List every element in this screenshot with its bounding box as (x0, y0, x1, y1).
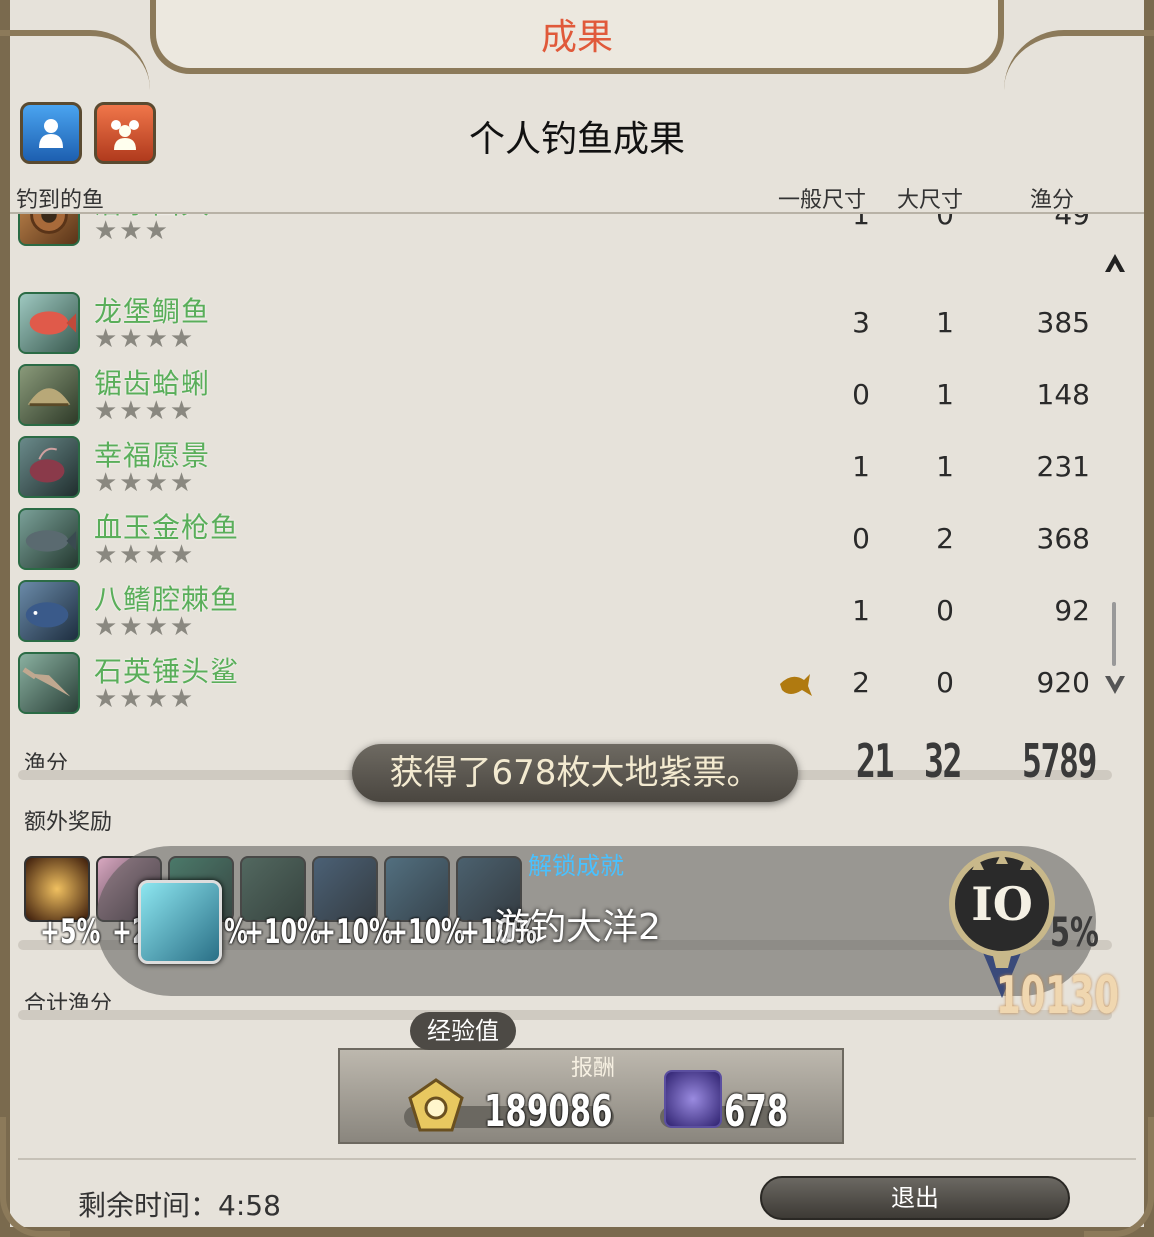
panel-title: 个人钓鱼成果 (468, 119, 685, 160)
scroll-down-icon[interactable] (1102, 672, 1128, 698)
gil-amount: 189086 (484, 1086, 613, 1137)
sea-bream-icon (18, 292, 80, 354)
large-count: 1 (936, 306, 954, 339)
gil-icon (408, 1078, 464, 1132)
large-size-header: 大尺寸 (897, 188, 964, 213)
scroll-up-icon[interactable] (1102, 250, 1128, 276)
hammerhead-icon (18, 652, 80, 714)
list-item[interactable]: 血玉金枪鱼 ★★★★ 0 2 368 (10, 502, 1144, 574)
remaining-time: 剩余时间：4:58 (78, 1189, 281, 1222)
fish-points: 92 (1054, 594, 1090, 627)
grand-total-bar (18, 1010, 1112, 1020)
list-item[interactable]: 幸福愿景 ★★★★ 1 1 231 (10, 430, 1144, 502)
purple-scrip-icon (664, 1070, 722, 1128)
bonus-total-pct: 5% (1050, 910, 1099, 956)
bonus-pct: +5% (40, 912, 101, 952)
fish-points: 368 (1036, 522, 1090, 555)
diving-mask-icon (18, 214, 80, 246)
large-count: 1 (936, 450, 954, 483)
large-count: 0 (936, 214, 954, 231)
fish-points: 49 (1054, 214, 1090, 231)
normal-count: 1 (852, 214, 870, 231)
total-large: 32 (924, 734, 962, 788)
large-count: 2 (936, 522, 954, 555)
fish-points: 148 (1036, 378, 1090, 411)
fish-points: 920 (1036, 666, 1090, 699)
normal-count: 1 (852, 450, 870, 483)
fish-stars: ★★★ (94, 216, 170, 246)
scrollbar[interactable] (1112, 602, 1116, 666)
large-count: 0 (936, 594, 954, 627)
normal-count: 0 (852, 378, 870, 411)
svg-text:IO: IO (971, 877, 1033, 931)
frame-corner-right (1084, 1117, 1154, 1237)
clam-icon (18, 364, 80, 426)
large-count: 1 (936, 378, 954, 411)
fish-stars: ★★★★ (94, 396, 196, 426)
total-normal: 21 (856, 734, 894, 788)
normal-count: 0 (852, 522, 870, 555)
large-count: 0 (936, 666, 954, 699)
large-catch-icon (780, 674, 812, 696)
list-item[interactable]: 龙堡鲷鱼 ★★★★ 3 1 385 (10, 286, 1144, 358)
grand-total-value: 10130 (996, 966, 1120, 1026)
list-item[interactable]: 锯齿蛤蜊 ★★★★ 0 1 148 (10, 358, 1144, 430)
achievement-name: 游钓大洋2 (494, 907, 661, 948)
fish-points: 385 (1036, 306, 1090, 339)
scrip-amount: 678 (724, 1086, 789, 1137)
bonus-label: 额外奖励 (24, 810, 113, 835)
fish-points: 231 (1036, 450, 1090, 483)
list-item[interactable]: 八鳍腔棘鱼 ★★★★ 1 0 92 (10, 574, 1144, 646)
tuna-icon (18, 508, 80, 570)
achievement-unlocked-label: 解锁成就 (528, 852, 624, 880)
frame-corner-left (0, 1117, 70, 1237)
exit-button[interactable]: 退出 (760, 1176, 1070, 1220)
coelacanth-icon (18, 580, 80, 642)
fish-column-header: 钓到的鱼 (16, 188, 105, 213)
total-points: 5789 (1022, 734, 1097, 788)
anglerfish-icon (18, 436, 80, 498)
window-title: 成果 (540, 17, 613, 58)
points-header: 渔分 (1030, 188, 1075, 213)
scrip-toast: 获得了678枚大地紫票。 (352, 744, 798, 802)
list-item[interactable]: 潜水面具 ★★★ 1 0 49 (10, 214, 1144, 250)
bonus-pct: +10% (388, 912, 465, 952)
fish-stars: ★★★★ (94, 612, 196, 642)
normal-count: 3 (852, 306, 870, 339)
normal-size-header: 一般尺寸 (778, 188, 867, 213)
bonus-pct: +10% (316, 912, 393, 952)
fish-list[interactable]: 潜水面具 ★★★ 1 0 49 龙堡鲷鱼 ★★★★ 3 1 385 锯齿蛤蜊 ★… (10, 214, 1144, 718)
footer-divider (18, 1158, 1136, 1160)
achievement-icon (138, 880, 222, 964)
normal-count: 2 (852, 666, 870, 699)
reward-panel: 报酬 189086 678 (338, 1048, 844, 1144)
normal-count: 1 (852, 594, 870, 627)
fish-stars: ★★★★ (94, 684, 196, 714)
bonus-pct: +10% (244, 912, 321, 952)
fish-stars: ★★★★ (94, 324, 196, 354)
fish-stars: ★★★★ (94, 540, 196, 570)
list-item[interactable]: 石英锤头鲨 ★★★★ 2 0 920 (10, 646, 1144, 718)
fish-stars: ★★★★ (94, 468, 196, 498)
exp-label: 经验值 (410, 1012, 516, 1050)
